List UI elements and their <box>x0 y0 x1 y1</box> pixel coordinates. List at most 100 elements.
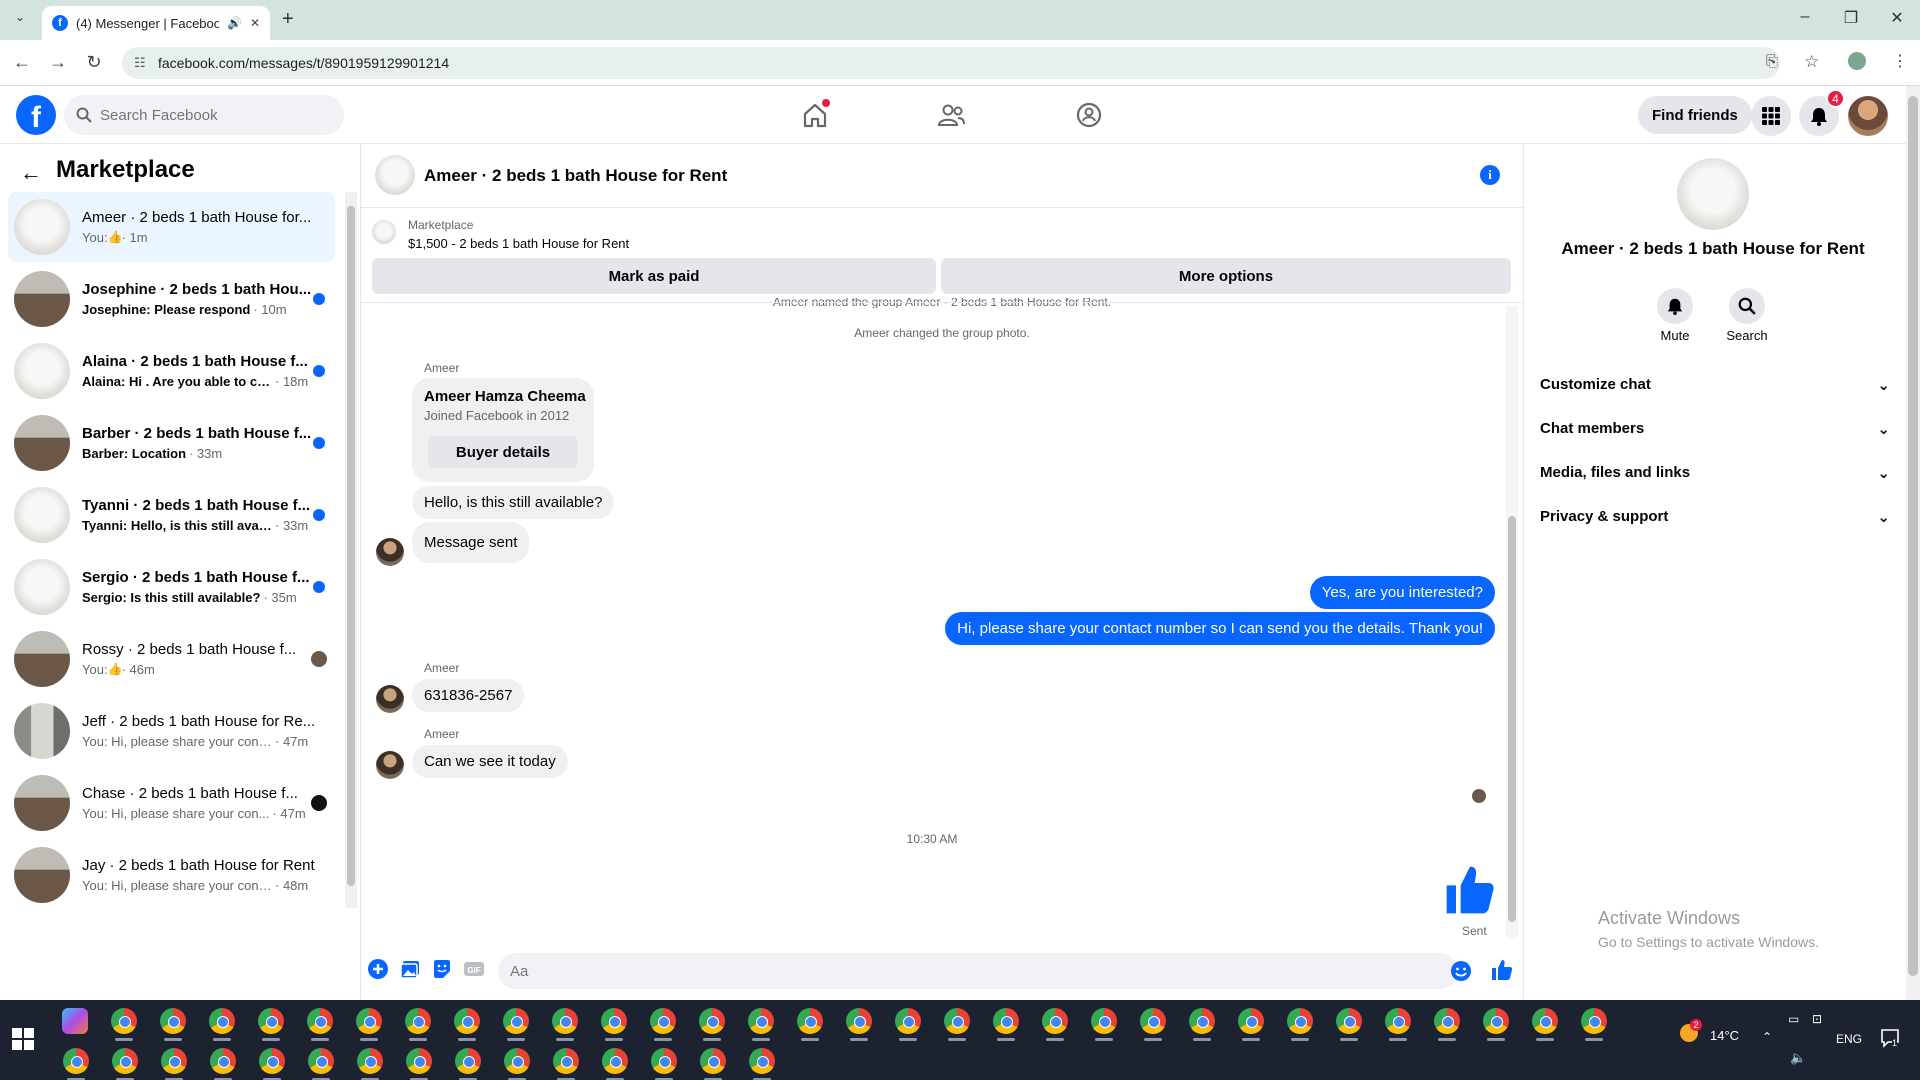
chrome-taskbar-icon[interactable] <box>1532 1008 1558 1034</box>
chrome-taskbar-icon[interactable] <box>700 1048 726 1074</box>
chrome-taskbar-icon[interactable] <box>455 1048 481 1074</box>
conversation-item[interactable]: Josephine · 2 beds 1 bath Hou... Josephi… <box>8 264 335 334</box>
gif-icon[interactable]: GIF <box>463 958 485 980</box>
chrome-taskbar-icon[interactable] <box>552 1008 578 1034</box>
chrome-taskbar-icon[interactable] <box>405 1008 431 1034</box>
message-input-box[interactable] <box>498 953 1458 989</box>
chrome-taskbar-icon[interactable] <box>356 1008 382 1034</box>
groups-icon[interactable] <box>1074 100 1104 130</box>
new-tab-button[interactable]: + <box>282 8 294 31</box>
tab-search-button[interactable]: ⌄ <box>8 10 32 30</box>
chrome-taskbar-icon[interactable] <box>1042 1008 1068 1034</box>
chrome-taskbar-icon[interactable] <box>1238 1008 1264 1034</box>
emoji-icon[interactable] <box>1450 960 1472 982</box>
chrome-taskbar-icon[interactable] <box>504 1048 530 1074</box>
conversation-item[interactable]: Tyanni · 2 beds 1 bath House f... Tyanni… <box>8 480 335 550</box>
speaker-icon[interactable]: 🔊 <box>227 16 242 30</box>
facebook-logo-icon[interactable]: f <box>16 95 56 135</box>
back-icon[interactable]: ← <box>10 52 34 73</box>
chrome-taskbar-icon[interactable] <box>454 1008 480 1034</box>
chrome-taskbar-icon[interactable] <box>944 1008 970 1034</box>
chrome-taskbar-icon[interactable] <box>503 1008 529 1034</box>
chrome-taskbar-icon[interactable] <box>553 1048 579 1074</box>
chrome-taskbar-icon[interactable] <box>258 1008 284 1034</box>
network-icon[interactable]: ▭ <box>1788 1012 1799 1026</box>
restore-button[interactable]: ❐ <box>1828 8 1874 28</box>
incoming-message[interactable]: Can we see it today <box>412 745 568 778</box>
info-icon[interactable]: i <box>1480 165 1500 185</box>
close-window-button[interactable]: ✕ <box>1874 8 1920 28</box>
friends-icon[interactable] <box>936 100 966 130</box>
media-files-links-section[interactable]: Media, files and links ⌄ <box>1540 464 1890 482</box>
bookmark-star-icon[interactable]: ☆ <box>1804 52 1819 72</box>
site-info-icon[interactable]: ☷ <box>134 55 146 71</box>
chrome-taskbar-icon[interactable] <box>993 1008 1019 1034</box>
mark-as-paid-button[interactable]: Mark as paid <box>372 258 936 294</box>
volume-icon[interactable]: 🔈 <box>1790 1050 1806 1066</box>
chrome-taskbar-icon[interactable] <box>1581 1008 1607 1034</box>
chrome-taskbar-icon[interactable] <box>209 1008 235 1034</box>
conversation-item[interactable]: Chase · 2 beds 1 bath House f... You: Hi… <box>8 768 335 838</box>
chrome-taskbar-icon[interactable] <box>895 1008 921 1034</box>
chevron-up-icon[interactable]: ⌃ <box>1762 1030 1772 1044</box>
minimize-button[interactable]: – <box>1782 8 1828 26</box>
customize-chat-section[interactable]: Customize chat ⌄ <box>1540 376 1890 394</box>
chrome-taskbar-icon[interactable] <box>160 1008 186 1034</box>
install-app-icon[interactable]: ⎘ <box>1766 53 1778 70</box>
language-indicator[interactable]: ENG <box>1836 1032 1862 1046</box>
forward-icon[interactable]: → <box>46 52 70 73</box>
chrome-taskbar-icon[interactable] <box>259 1048 285 1074</box>
chrome-taskbar-icon[interactable] <box>749 1048 775 1074</box>
display-icon[interactable]: ⊡ <box>1812 1012 1822 1026</box>
outgoing-message[interactable]: Yes, are you interested? <box>1309 576 1495 609</box>
temperature[interactable]: 14°C <box>1710 1028 1739 1043</box>
chrome-taskbar-icon[interactable] <box>308 1048 334 1074</box>
sender-avatar[interactable] <box>376 685 404 713</box>
chrome-taskbar-icon[interactable] <box>1483 1008 1509 1034</box>
plus-icon[interactable] <box>367 958 389 980</box>
thumbs-up-sticker-icon[interactable] <box>1442 862 1498 918</box>
incoming-message[interactable]: Hello, is this still available? <box>412 486 615 519</box>
chrome-taskbar-icon[interactable] <box>1336 1008 1362 1034</box>
privacy-support-section[interactable]: Privacy & support ⌄ <box>1540 508 1890 526</box>
photo-icon[interactable] <box>399 958 421 980</box>
chrome-taskbar-icon[interactable] <box>1140 1008 1166 1034</box>
chrome-taskbar-icon[interactable] <box>111 1008 137 1034</box>
search-in-chat-button[interactable] <box>1729 288 1765 324</box>
sidebar-scroll-thumb[interactable] <box>347 206 355 886</box>
chrome-taskbar-icon[interactable] <box>1385 1008 1411 1034</box>
copilot-icon[interactable] <box>62 1008 88 1034</box>
chrome-taskbar-icon[interactable] <box>161 1048 187 1074</box>
chat-title[interactable]: Ameer · 2 beds 1 bath House for Rent <box>424 166 727 186</box>
page-scroll-thumb[interactable] <box>1908 96 1918 976</box>
sender-avatar[interactable] <box>376 538 404 566</box>
conversation-item[interactable]: Sergio · 2 beds 1 bath House f... Sergio… <box>8 552 335 622</box>
sender-avatar[interactable] <box>376 751 404 779</box>
reload-icon[interactable]: ↻ <box>82 52 106 73</box>
chrome-taskbar-icon[interactable] <box>307 1008 333 1034</box>
chrome-taskbar-icon[interactable] <box>601 1008 627 1034</box>
account-avatar[interactable] <box>1848 96 1888 136</box>
chrome-taskbar-icon[interactable] <box>797 1008 823 1034</box>
chrome-taskbar-icon[interactable] <box>1434 1008 1460 1034</box>
send-like-icon[interactable] <box>1490 958 1514 982</box>
outgoing-message[interactable]: Hi, please share your contact number so … <box>945 612 1495 645</box>
details-avatar[interactable] <box>1677 158 1749 230</box>
chat-scroll-thumb[interactable] <box>1508 516 1516 922</box>
conversation-item[interactable]: Alaina · 2 beds 1 bath House f... Alaina… <box>8 336 335 406</box>
back-arrow-icon[interactable]: ← <box>20 160 42 186</box>
chrome-taskbar-icon[interactable] <box>210 1048 236 1074</box>
buyer-details-button[interactable]: Buyer details <box>428 436 578 468</box>
sticker-icon[interactable] <box>431 958 453 980</box>
chrome-taskbar-icon[interactable] <box>1287 1008 1313 1034</box>
chrome-taskbar-icon[interactable] <box>406 1048 432 1074</box>
conversation-item[interactable]: Rossy · 2 beds 1 bath House f... You: 👍 · … <box>8 624 335 694</box>
chrome-taskbar-icon[interactable] <box>112 1048 138 1074</box>
chat-members-section[interactable]: Chat members ⌄ <box>1540 420 1890 438</box>
more-options-button[interactable]: More options <box>941 258 1511 294</box>
chrome-taskbar-icon[interactable] <box>357 1048 383 1074</box>
incoming-message[interactable]: Message sent <box>412 522 530 563</box>
chat-avatar[interactable] <box>375 155 415 195</box>
chrome-taskbar-icon[interactable] <box>846 1008 872 1034</box>
chrome-taskbar-icon[interactable] <box>650 1008 676 1034</box>
